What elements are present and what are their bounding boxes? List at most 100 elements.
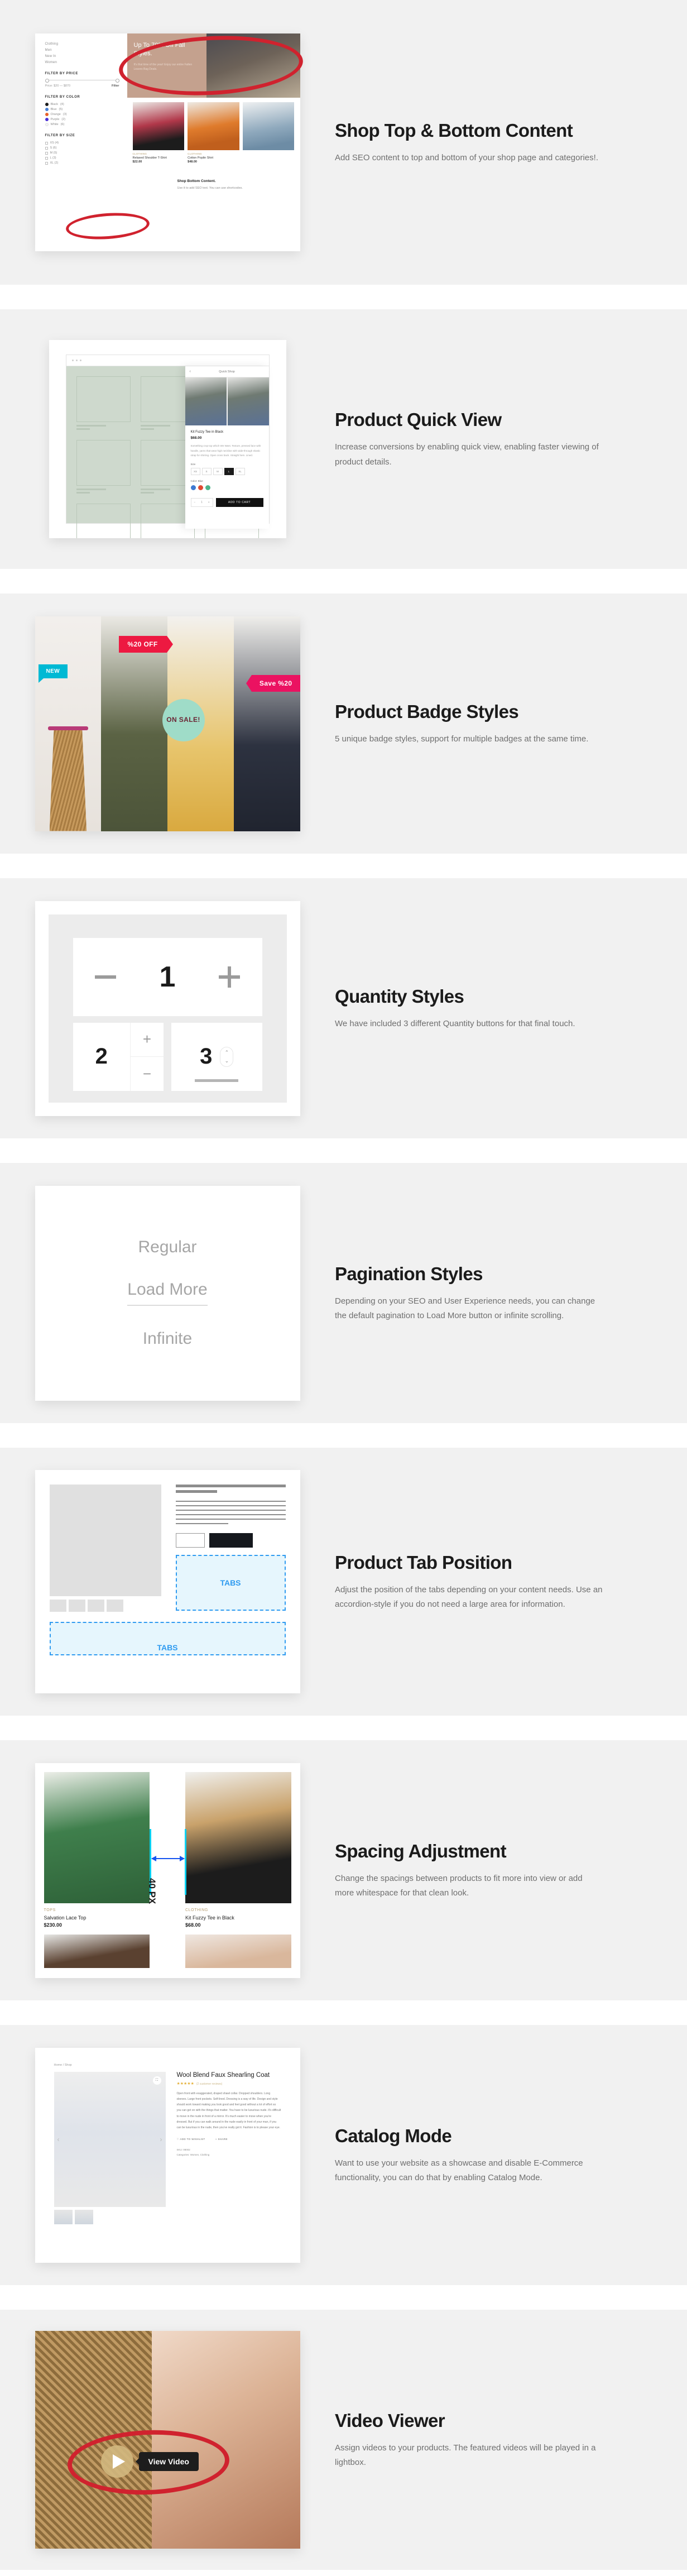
color-filter-item[interactable]: Black (4)	[45, 103, 119, 106]
pagination-option-regular[interactable]: Regular	[138, 1238, 196, 1257]
pagination-option-load-more[interactable]: Load More	[127, 1280, 208, 1306]
product-card[interactable]: CLOTHING Kit Fuzzy Tee in Black $68.00	[185, 1771, 291, 1928]
color-swatch[interactable]	[205, 485, 210, 490]
spinner-control[interactable]: ⌃ ⌄	[220, 1046, 234, 1067]
product-category: CLOTHING	[132, 152, 147, 155]
increase-icon[interactable]: +	[208, 501, 210, 504]
product-name: Relaxed Shoulder T-Shirt	[132, 156, 167, 160]
gallery-thumb[interactable]	[74, 2209, 93, 2224]
product-image	[185, 1934, 291, 1968]
size-label: S (6)	[50, 146, 57, 150]
text-column: Quantity Styles We have included 3 diffe…	[335, 985, 687, 1032]
size-filter-item[interactable]: M (5)	[45, 151, 119, 155]
quantity-stepper[interactable]: − 1 +	[190, 497, 213, 507]
row-gap	[0, 285, 687, 309]
size-filter-item[interactable]: XS (4)	[45, 141, 119, 145]
product-card[interactable]: CLOTHING Cotton Poplin Shirt $48.00	[188, 102, 239, 164]
view-video-tooltip[interactable]: View Video	[138, 2452, 199, 2471]
size-option[interactable]: XS	[190, 467, 200, 475]
badge-on-sale: ON SALE!	[162, 698, 205, 741]
quantity-style-2[interactable]: 2 + −	[73, 1022, 164, 1091]
product-category: CLOTHING	[185, 1908, 208, 1912]
size-filter-item[interactable]: L (3)	[45, 156, 119, 160]
color-filter-item[interactable]: Orange (3)	[45, 113, 119, 116]
measure-arrow-icon	[151, 1855, 185, 1861]
placeholder-line	[140, 492, 154, 494]
color-count: (3)	[63, 113, 67, 116]
filter-button[interactable]: Filter	[112, 84, 119, 88]
share-button[interactable]: ⌁ SHARE	[215, 2138, 228, 2141]
product-card[interactable]: TOPS Salvation Lace Top $230.00	[44, 1771, 150, 1928]
size-option[interactable]: XL	[235, 467, 245, 475]
sidebar-category[interactable]: Clothing	[45, 42, 119, 46]
wireframe-cart-button[interactable]	[209, 1533, 253, 1548]
breadcrumb[interactable]: Home / Shop	[54, 2063, 281, 2067]
play-button[interactable]	[100, 2445, 133, 2478]
screenshot-column: 1 2 + − 3 ⌃ ⌄	[0, 901, 335, 1116]
next-arrow-icon[interactable]: ›	[160, 2136, 162, 2143]
minus-icon[interactable]	[94, 975, 116, 979]
add-to-cart-button[interactable]: ADD TO CART	[215, 497, 263, 507]
back-chevron-icon[interactable]: ‹	[190, 370, 191, 374]
wireframe-qty-button[interactable]	[175, 1533, 205, 1548]
color-name: Orange	[50, 113, 61, 116]
zoom-icon[interactable]: ⛶	[152, 2076, 161, 2085]
checkbox-icon[interactable]	[45, 161, 48, 165]
color-label: Color: Blue	[190, 479, 203, 482]
row-gap	[0, 1138, 687, 1163]
size-option[interactable]: S	[201, 467, 212, 475]
size-filter-item[interactable]: S (6)	[45, 146, 119, 150]
checkbox-icon[interactable]	[45, 151, 48, 155]
wireframe-thumb	[68, 1600, 85, 1612]
product-info: Wool Blend Faux Shearling Coat ★★★★★ (2 c…	[177, 2072, 281, 2224]
product-card[interactable]: CLOTHING Relaxed Shoulder T-Shirt $22.00	[132, 102, 185, 164]
size-option-selected[interactable]: L	[224, 467, 234, 475]
sidebar-category[interactable]: New In	[45, 55, 119, 58]
increase-icon[interactable]: +	[131, 1023, 164, 1057]
review-count[interactable]: (2 customer reviews)	[196, 2082, 222, 2086]
color-filter-item[interactable]: White (6)	[45, 123, 119, 126]
feature-title: Video Viewer	[335, 2410, 445, 2431]
screenshot-column: NEW %20 OFF ON SALE! Save %20	[0, 616, 335, 831]
shop-main-area: Up To 70% Off Fall Styles. It's that tim…	[127, 33, 300, 251]
color-dot-icon	[45, 123, 49, 126]
product-image	[132, 102, 185, 150]
quantity-style-1[interactable]: 1	[73, 937, 262, 1016]
share-label: SHARE	[218, 2138, 228, 2141]
plus-icon[interactable]	[219, 966, 241, 988]
feature-title: Product Quick View	[335, 409, 502, 430]
gallery-image[interactable]	[227, 377, 269, 425]
wireframe-subtitle-line	[175, 1490, 218, 1493]
tabs-side-region[interactable]: TABS	[175, 1555, 286, 1611]
checkbox-icon[interactable]	[45, 146, 48, 150]
quantity-style-3[interactable]: 3 ⌃ ⌄	[171, 1022, 262, 1091]
tabs-bottom-region[interactable]: TABS	[49, 1622, 286, 1655]
decrease-icon[interactable]: −	[194, 501, 195, 504]
gallery-image[interactable]	[185, 377, 227, 425]
color-filter-item[interactable]: Blue (5)	[45, 108, 119, 111]
prev-arrow-icon[interactable]: ‹	[57, 2136, 60, 2143]
feature-description: Assign videos to your products. The feat…	[335, 2443, 596, 2468]
checkbox-icon[interactable]	[45, 156, 48, 160]
decrease-icon[interactable]: −	[131, 1057, 164, 1091]
gallery-thumb[interactable]	[54, 2209, 73, 2224]
chevron-up-icon[interactable]: ⌃	[225, 1050, 229, 1056]
color-swatch[interactable]	[198, 485, 203, 490]
size-option[interactable]: M	[213, 467, 223, 475]
screenshot-column: TABS TABS	[0, 1470, 335, 1693]
add-to-wishlist-button[interactable]: ♡ ADD TO WISHLIST	[177, 2138, 205, 2141]
color-dot-icon	[45, 108, 49, 111]
color-filter-item[interactable]: Purple (2)	[45, 118, 119, 121]
product-sku: SKU: 08002	[176, 2148, 190, 2152]
sidebar-category[interactable]: Men	[45, 49, 119, 52]
checkbox-icon[interactable]	[45, 141, 48, 145]
sidebar-category[interactable]: Women	[45, 61, 119, 64]
pagination-styles-preview: Regular Load More Infinite	[35, 1185, 300, 1401]
product-card[interactable]	[242, 102, 295, 164]
size-filter-item[interactable]: XL (2)	[45, 161, 119, 165]
chevron-down-icon[interactable]: ⌄	[225, 1058, 229, 1064]
product-categories: Categories: Women, Clothing	[176, 2153, 210, 2157]
color-swatch[interactable]	[190, 485, 196, 490]
pagination-option-infinite[interactable]: Infinite	[143, 1329, 192, 1348]
browser-titlebar	[66, 355, 269, 366]
